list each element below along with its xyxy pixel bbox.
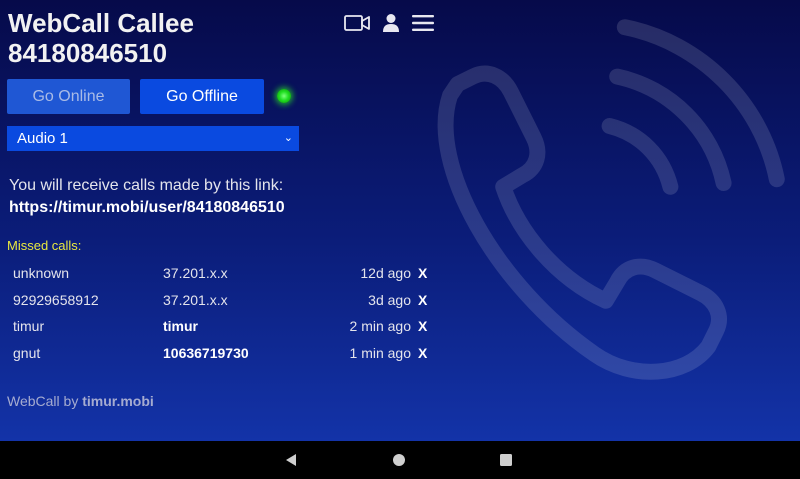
go-offline-button[interactable]: Go Offline [140,79,264,114]
caller-address: 37.201.x.x [163,265,228,282]
table-row: 92929658912 37.201.x.x 3d ago X [7,287,438,314]
table-row: unknown 37.201.x.x 12d ago X [7,260,438,287]
caller-name: 92929658912 [13,291,99,308]
missed-calls-table: unknown 37.201.x.x 12d ago X 92929658912… [7,260,438,366]
remove-call-button[interactable]: X [411,287,438,314]
audio-select-value: Audio 1 [17,130,68,147]
caller-address[interactable]: timur [163,313,313,340]
caller-name: gnut [13,344,41,361]
call-time-ago: 3d ago [368,291,411,308]
table-row: gnut 10636719730 1 min ago X [7,340,438,367]
call-time-ago: 12d ago [360,265,411,282]
table-row: timur timur 2 min ago X [7,313,438,340]
caller-name: timur [13,318,45,335]
webcall-app: WebCall Callee 84180846510 Go Online Go … [0,0,800,441]
video-camera-icon[interactable] [344,14,370,32]
footer-brand-link[interactable]: timur.mobi [82,393,154,409]
audio-device-select[interactable]: Audio 1 ⌄ [7,126,299,151]
callee-link[interactable]: https://timur.mobi/user/84180846510 [9,199,285,217]
top-icon-bar [344,10,446,36]
page-title: WebCall Callee 84180846510 [8,8,194,68]
missed-calls-label: Missed calls: [7,238,82,253]
back-icon[interactable] [271,441,311,479]
footer-credit: WebCall by timur.mobi [7,393,154,409]
caller-address[interactable]: 10636719730 [163,340,313,367]
caller-name: unknown [13,265,70,282]
app-title: WebCall Callee [8,8,194,38]
footer-prefix: WebCall by [7,393,79,409]
caller-address: 37.201.x.x [163,291,228,308]
remove-call-button[interactable]: X [411,313,438,340]
android-nav-bar [0,441,800,479]
home-icon[interactable] [379,441,419,479]
recents-icon[interactable] [486,441,526,479]
user-icon[interactable] [382,13,400,33]
online-status-indicator [277,89,291,103]
remove-call-button[interactable]: X [411,260,438,287]
receive-info-text: You will receive calls made by this link… [9,177,284,194]
phone-watermark-icon [437,19,785,380]
call-time-ago: 2 min ago [349,318,411,335]
callee-id: 84180846510 [8,38,168,68]
go-online-button[interactable]: Go Online [7,79,130,114]
chevron-down-icon: ⌄ [283,132,293,144]
call-time-ago: 1 min ago [349,344,411,361]
menu-icon[interactable] [412,14,434,32]
remove-call-button[interactable]: X [411,340,438,367]
